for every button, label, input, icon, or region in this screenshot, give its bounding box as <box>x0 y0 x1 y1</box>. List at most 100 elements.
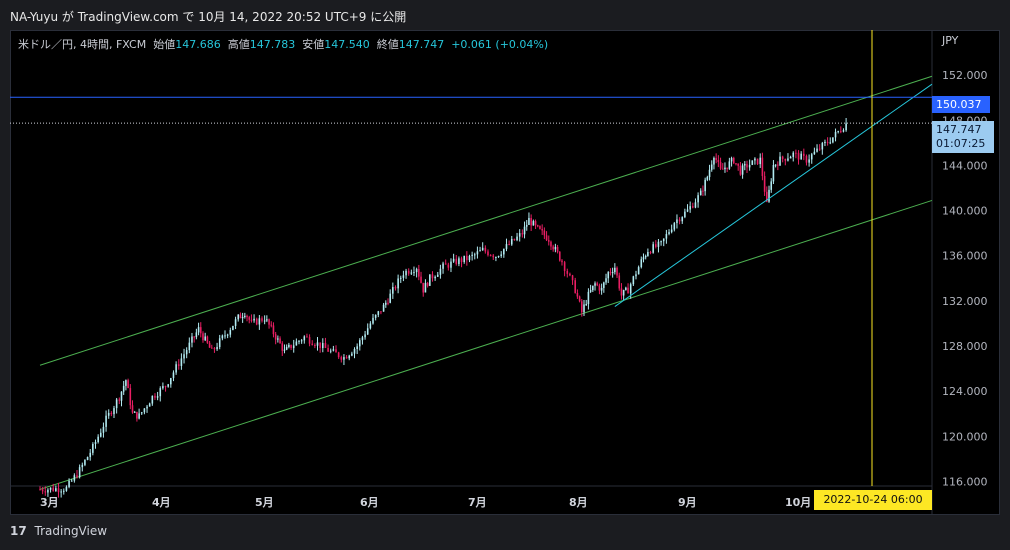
candle-body <box>642 257 645 260</box>
candle-body <box>737 163 739 166</box>
candle-body <box>221 335 224 339</box>
candle-body <box>676 219 678 224</box>
candle-body <box>237 314 240 320</box>
candle-body <box>652 244 654 253</box>
candle-body <box>523 226 526 235</box>
candle-body <box>552 246 554 250</box>
candle-body <box>728 161 731 169</box>
candle-body <box>513 238 516 241</box>
candle-body <box>447 264 450 268</box>
x-tick-label: 3月 <box>40 496 59 509</box>
candle-body <box>510 238 513 245</box>
publish-header: NA-Yuyu が TradingView.com で 10月 14, 2022… <box>0 0 1010 30</box>
candle-body <box>508 244 510 246</box>
candle-body <box>434 276 436 279</box>
candle-body <box>156 396 159 398</box>
candle-body <box>422 282 425 293</box>
candle-body <box>191 336 193 343</box>
channel-lower-line <box>39 199 933 490</box>
candle-body <box>596 283 599 286</box>
ohlc-legend: 米ドル／円, 4時間, FXCM 始値147.686 高値147.783 安値1… <box>18 36 548 52</box>
candle-body <box>576 293 579 297</box>
y-tick-label: 116.000 <box>942 475 988 488</box>
candle-body <box>787 158 789 161</box>
candle-body <box>55 488 57 491</box>
candle-body <box>68 480 70 487</box>
candle-body <box>629 284 632 294</box>
candle-body <box>172 372 175 379</box>
y-tick-label: 124.000 <box>942 385 988 398</box>
candle-body <box>154 395 156 398</box>
legend-close-label: 終値 <box>376 38 399 51</box>
candle-body <box>241 317 244 319</box>
legend-low-label: 安値 <box>302 38 325 51</box>
candle-body <box>710 164 713 170</box>
candle-body <box>255 318 258 325</box>
candle-body <box>272 325 275 335</box>
candle-body <box>298 340 300 342</box>
candle-body <box>670 229 673 233</box>
candle-body <box>702 190 704 192</box>
candle-body <box>492 255 495 258</box>
candle-body <box>253 318 255 321</box>
candle-body <box>692 206 694 208</box>
candle-body <box>589 290 592 292</box>
candle-body <box>489 255 492 257</box>
candle-body <box>380 311 382 313</box>
candle-body <box>102 426 105 433</box>
candle-body <box>816 148 818 152</box>
candle-body <box>180 358 183 366</box>
candle-body <box>603 282 605 288</box>
candle-body <box>795 152 797 154</box>
candle-body <box>366 328 369 335</box>
candle-body <box>387 302 389 304</box>
candle-body <box>779 156 781 166</box>
candle-body <box>246 315 248 318</box>
x-axis-ticks: 3月 4月 5月 6月 7月 8月 9月 10月 <box>40 496 811 509</box>
candle-body <box>202 333 204 341</box>
candle-body <box>47 489 49 493</box>
candles <box>39 118 847 498</box>
candle-body <box>536 225 539 227</box>
legend-open-value: 147.686 <box>175 38 221 51</box>
candle-body <box>821 143 824 150</box>
candle-body <box>721 168 724 170</box>
candle-body <box>167 384 169 387</box>
candle-body <box>618 275 621 289</box>
candle-body <box>70 480 73 482</box>
candle-body <box>226 334 229 336</box>
candle-body <box>358 340 361 347</box>
candle-body <box>300 340 303 342</box>
chart-grid <box>10 30 933 515</box>
candle-body <box>81 464 84 468</box>
candle-body <box>625 287 627 290</box>
candle-body <box>647 252 649 256</box>
candle-body <box>193 336 195 338</box>
candle-body <box>316 342 319 346</box>
candle-body <box>479 250 481 252</box>
candle-body <box>644 255 647 258</box>
candle-body <box>99 432 102 437</box>
price-axis-currency: JPY <box>942 34 959 47</box>
candle-body <box>292 345 295 349</box>
legend-open-label: 始値 <box>153 38 176 51</box>
candle-body <box>637 267 640 275</box>
candle-body <box>518 233 521 237</box>
candle-body <box>151 395 154 404</box>
legend-symbol: 米ドル／円, 4時間, FXCM <box>18 38 147 51</box>
price-chart[interactable]: 152.000148.000144.000140.000136.000132.0… <box>10 30 1000 515</box>
candle-body <box>274 334 277 340</box>
candle-body <box>829 142 832 144</box>
y-tick-label: 144.000 <box>942 159 988 172</box>
candle-body <box>655 244 657 247</box>
y-tick-label: 152.000 <box>942 69 988 82</box>
hline-price-badge: 150.037 <box>932 96 990 113</box>
candle-body <box>356 346 358 349</box>
candle-body <box>97 436 99 443</box>
candle-body <box>138 413 140 419</box>
crosshair-date-badge: 2022-10-24 06:00 <box>814 490 932 510</box>
candle-body <box>581 301 583 313</box>
candle-body <box>534 221 537 226</box>
last-price: 147.747 <box>936 123 982 136</box>
candle-body <box>800 153 802 160</box>
